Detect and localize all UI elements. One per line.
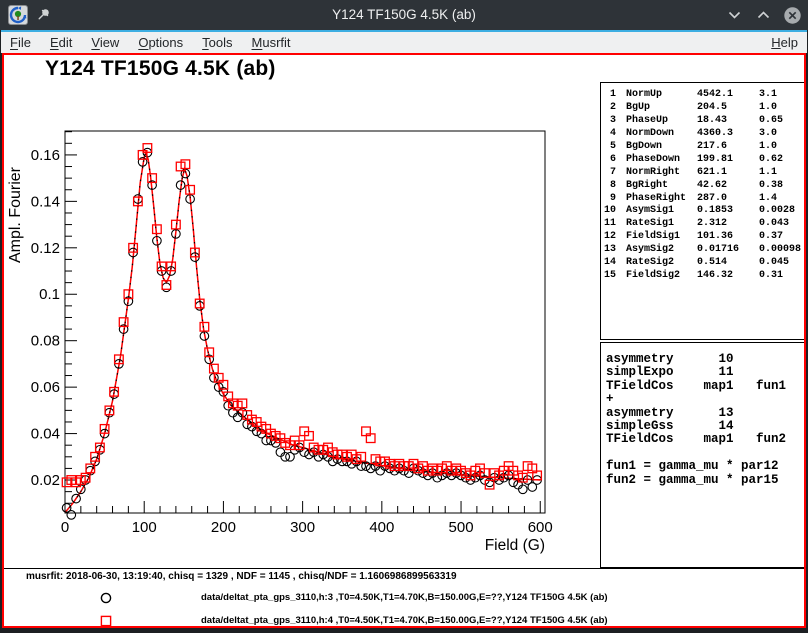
- root-canvas[interactable]: Y124 TF150G 4.5K (ab) 010020030040050060…: [2, 53, 806, 628]
- param-row: 15FieldSig2146.320.31: [601, 270, 804, 283]
- svg-text:0.02: 0.02: [31, 472, 60, 489]
- legend-label: data/deltat_pta_gps_3110,h:4 ,T0=4.50K,T…: [201, 615, 608, 626]
- param-row: 9PhaseRight287.01.4: [601, 193, 804, 206]
- param-row: 3PhaseUp18.430.65: [601, 115, 804, 128]
- close-button[interactable]: [782, 5, 802, 25]
- maximize-button[interactable]: [753, 5, 773, 25]
- svg-text:100: 100: [132, 519, 157, 536]
- param-row: 2BgUp204.51.0: [601, 102, 804, 115]
- param-row: 6PhaseDown199.810.62: [601, 154, 804, 167]
- legend-entry: data/deltat_pta_gps_3110,h:4 ,T0=4.50K,T…: [4, 614, 804, 628]
- theory-line: fun2 = gamma_mu * par15: [606, 474, 804, 487]
- close-icon: [783, 6, 802, 25]
- theory-line: TFieldCos map1 fun1: [606, 380, 804, 393]
- param-row: 7NormRight621.11.1: [601, 167, 804, 180]
- param-row: 11RateSig12.3120.043: [601, 218, 804, 231]
- param-row: 14RateSig20.5140.045: [601, 257, 804, 270]
- titlebar[interactable]: Y124 TF150G 4.5K (ab): [0, 0, 808, 30]
- menu-items-left: File Edit View Options Tools Musrfit: [10, 35, 291, 50]
- legend-entry: data/deltat_pta_gps_3110,h:3 ,T0=4.50K,T…: [4, 591, 804, 605]
- svg-text:500: 500: [449, 519, 474, 536]
- chevron-up-icon: [757, 11, 770, 19]
- theory-line: simpleGss 14: [606, 420, 804, 433]
- param-row: 5BgDown217.61.0: [601, 141, 804, 154]
- param-row: 13AsymSig20.017160.00098: [601, 244, 804, 257]
- theory-line: simplExpo 11: [606, 366, 804, 379]
- param-row: 1NormUp4542.13.1: [601, 89, 804, 102]
- window-title: Y124 TF150G 4.5K (ab): [0, 0, 808, 30]
- svg-text:0.08: 0.08: [31, 333, 60, 350]
- svg-text:0.1: 0.1: [39, 286, 60, 303]
- menubar: File Edit View Options Tools Musrfit Help: [1, 30, 807, 53]
- theory-line: [606, 447, 804, 460]
- fit-curve: [65, 153, 540, 513]
- svg-text:0.16: 0.16: [31, 147, 60, 164]
- theory-function-box: asymmetry 10simplExpo 11TFieldCos map1 f…: [600, 342, 805, 568]
- menu-item-musrfit[interactable]: Musrfit: [252, 35, 291, 50]
- fit-curve-overlay: [65, 153, 540, 513]
- svg-text:200: 200: [211, 519, 236, 536]
- menu-item-file[interactable]: File: [10, 35, 31, 50]
- square-marker-icon: [99, 614, 113, 628]
- application-window: Y124 TF150G 4.5K (ab) FileEditViewOp: [0, 0, 808, 633]
- svg-text:300: 300: [290, 519, 315, 536]
- minimize-button[interactable]: [724, 5, 744, 25]
- svg-text:0.04: 0.04: [31, 426, 60, 443]
- pin-icon[interactable]: [36, 7, 52, 23]
- legend-label: data/deltat_pta_gps_3110,h:3 ,T0=4.50K,T…: [201, 592, 608, 603]
- param-row: 4NormDown4360.33.0: [601, 128, 804, 141]
- param-row: 12FieldSig1101.360.37: [601, 231, 804, 244]
- svg-text:600: 600: [528, 519, 553, 536]
- menu-item-help[interactable]: Help: [771, 35, 798, 50]
- theory-line: +: [606, 393, 804, 406]
- svg-text:0.14: 0.14: [31, 193, 60, 210]
- menu-item-tools[interactable]: Tools: [202, 35, 232, 50]
- theory-line: fun1 = gamma_mu * par12: [606, 460, 804, 473]
- menu-item-view[interactable]: View: [91, 35, 119, 50]
- theory-line: TFieldCos map1 fun2: [606, 433, 804, 446]
- app-icon: [8, 5, 28, 25]
- y-axis-title: Ampl. Fourier: [7, 166, 24, 263]
- chevron-down-icon: [728, 11, 741, 19]
- series-square-markers: [62, 144, 541, 489]
- svg-text:0.06: 0.06: [31, 379, 60, 396]
- menu-item-edit[interactable]: Edit: [50, 35, 72, 50]
- legend-pad-divider: [4, 568, 804, 569]
- param-row: 10AsymSig10.18530.0028: [601, 205, 804, 218]
- fit-parameter-box: 1NormUp4542.13.12BgUp204.51.03PhaseUp18.…: [600, 82, 805, 340]
- svg-text:0.12: 0.12: [31, 240, 60, 257]
- param-row: 8BgRight42.620.38: [601, 180, 804, 193]
- svg-text:400: 400: [369, 519, 394, 536]
- svg-text:0: 0: [61, 519, 69, 536]
- theory-line: asymmetry 13: [606, 407, 804, 420]
- x-axis-title: Field (G): [485, 537, 545, 554]
- fit-info-line: musrfit: 2018-06-30, 13:19:40, chisq = 1…: [26, 571, 457, 582]
- menu-item-options[interactable]: Options: [138, 35, 183, 50]
- circle-marker-icon: [99, 591, 113, 605]
- theory-line: asymmetry 10: [606, 353, 804, 366]
